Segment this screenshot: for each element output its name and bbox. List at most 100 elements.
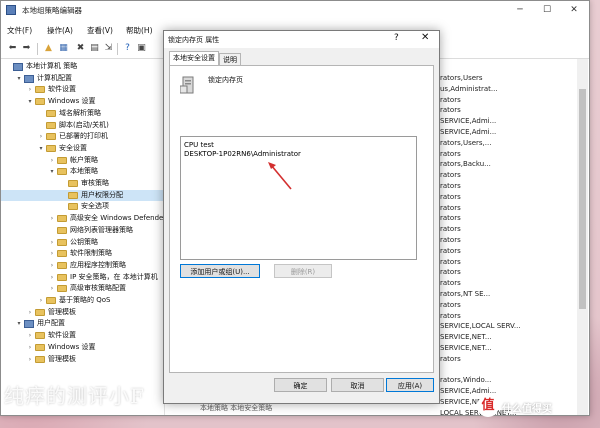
tree-item[interactable]: ▾ 用户配置 bbox=[1, 318, 164, 329]
tree-expander[interactable] bbox=[59, 178, 67, 189]
policy-setting-value[interactable]: rators bbox=[440, 171, 461, 179]
tree-item[interactable]: › 管理模板 bbox=[1, 354, 164, 365]
policy-setting-value[interactable]: rators bbox=[440, 204, 461, 212]
tree-expander[interactable]: › bbox=[48, 272, 56, 283]
policy-setting-value[interactable]: rators bbox=[440, 214, 461, 222]
tree-item[interactable]: 审核策略 bbox=[1, 178, 164, 189]
policy-setting-value[interactable]: rators,NT SE... bbox=[440, 290, 490, 298]
tree-expander[interactable]: ▾ bbox=[37, 143, 45, 154]
tree-expander[interactable] bbox=[59, 201, 67, 212]
dialog-help-button[interactable]: ? bbox=[394, 33, 399, 43]
tree-item[interactable]: › 基于策略的 QoS bbox=[1, 295, 164, 306]
list-item[interactable]: DESKTOP-1P02RN6\Administrator bbox=[184, 150, 301, 158]
policy-setting-value[interactable]: SERVICE,Admi... bbox=[440, 387, 496, 395]
assigned-users-list[interactable]: CPU test DESKTOP-1P02RN6\Administrator bbox=[180, 136, 417, 260]
policy-setting-value[interactable]: rators bbox=[440, 182, 461, 190]
policy-setting-value[interactable]: rators bbox=[440, 355, 461, 363]
menu-help[interactable]: 帮助(H) bbox=[126, 25, 153, 36]
tree-item[interactable]: › 公钥策略 bbox=[1, 237, 164, 248]
tree-item[interactable]: › 已部署的打印机 bbox=[1, 131, 164, 142]
tree-item[interactable]: › Windows 设置 bbox=[1, 342, 164, 353]
view-icon[interactable]: ▣ bbox=[136, 43, 147, 54]
tree-item[interactable]: 用户权限分配 bbox=[1, 189, 164, 201]
policy-setting-value[interactable]: rators,Backu... bbox=[440, 160, 491, 168]
policy-setting-value[interactable]: rators bbox=[440, 225, 461, 233]
policy-setting-value[interactable]: SERVICE,Admi... bbox=[440, 117, 496, 125]
policy-setting-value[interactable]: rators,Users,... bbox=[440, 139, 491, 147]
menu-file[interactable]: 文件(F) bbox=[7, 25, 32, 36]
show-tree-icon[interactable]: ▦ bbox=[58, 43, 69, 54]
tree-item[interactable]: › 高级安全 Windows Defender bbox=[1, 213, 164, 224]
tree-item[interactable]: 网络列表管理器策略 bbox=[1, 225, 164, 236]
tree-expander[interactable]: › bbox=[26, 307, 34, 318]
tree-item[interactable]: 脚本(启动/关机) bbox=[1, 120, 164, 131]
tab-local-security-setting[interactable]: 本地安全设置 bbox=[169, 51, 219, 66]
tree-item[interactable]: › 应用程序控制策略 bbox=[1, 260, 164, 271]
tree-item[interactable]: ▾ 安全设置 bbox=[1, 143, 164, 154]
properties-icon[interactable]: ▤ bbox=[89, 43, 100, 54]
remove-button[interactable]: 删除(R) bbox=[274, 264, 332, 278]
tree-expander[interactable]: › bbox=[37, 295, 45, 306]
tree-item[interactable]: 域名解析策略 bbox=[1, 108, 164, 119]
policy-setting-value[interactable]: rators bbox=[440, 247, 461, 255]
tree-expander[interactable]: ▾ bbox=[15, 318, 23, 329]
policy-setting-value[interactable]: rators bbox=[440, 150, 461, 158]
menu-view[interactable]: 查看(V) bbox=[87, 25, 113, 36]
delete-icon[interactable]: ✖ bbox=[75, 43, 86, 54]
tree-item[interactable]: ▾ 本地策略 bbox=[1, 166, 164, 177]
tree-item[interactable]: › 高级审核策略配置 bbox=[1, 283, 164, 294]
policy-setting-value[interactable]: rators bbox=[440, 258, 461, 266]
tree-expander[interactable]: › bbox=[26, 330, 34, 341]
tree-expander[interactable]: › bbox=[37, 131, 45, 142]
policy-setting-value[interactable]: rators bbox=[440, 301, 461, 309]
tree-expander[interactable]: ▾ bbox=[26, 96, 34, 107]
policy-setting-value[interactable]: rators bbox=[440, 268, 461, 276]
export-icon[interactable]: ⇲ bbox=[103, 43, 114, 54]
tree-expander[interactable]: › bbox=[26, 354, 34, 365]
tree-item[interactable]: › 帐户策略 bbox=[1, 155, 164, 166]
tree-expander[interactable]: › bbox=[48, 155, 56, 166]
policy-setting-value[interactable]: rators bbox=[440, 193, 461, 201]
tree-expander[interactable]: ▾ bbox=[15, 73, 23, 84]
tree-expander[interactable] bbox=[4, 61, 12, 72]
policy-setting-value[interactable]: rators bbox=[440, 106, 461, 114]
policy-setting-value[interactable]: us,Administrat... bbox=[440, 85, 498, 93]
tree-item[interactable]: 本地计算机 策略 bbox=[1, 61, 164, 72]
policy-setting-value[interactable]: rators,Windo... bbox=[440, 376, 491, 384]
tree-expander[interactable]: › bbox=[26, 84, 34, 95]
policy-setting-value[interactable]: rators bbox=[440, 96, 461, 104]
minimize-button[interactable]: ─ bbox=[507, 2, 533, 18]
close-button[interactable]: ✕ bbox=[561, 2, 587, 18]
help-icon[interactable]: ? bbox=[122, 43, 133, 54]
cancel-button[interactable]: 取消 bbox=[331, 378, 384, 392]
tree-expander[interactable] bbox=[37, 120, 45, 131]
tree-item[interactable]: 安全选项 bbox=[1, 201, 164, 212]
tree-item[interactable]: › 软件限制策略 bbox=[1, 248, 164, 259]
forward-icon[interactable]: ➡ bbox=[21, 43, 32, 54]
tree-expander[interactable]: › bbox=[48, 283, 56, 294]
tree-expander[interactable]: › bbox=[48, 237, 56, 248]
maximize-button[interactable]: ☐ bbox=[534, 2, 560, 18]
list-item[interactable]: CPU test bbox=[184, 141, 214, 149]
tree-expander[interactable] bbox=[59, 190, 67, 201]
tree-expander[interactable]: ▾ bbox=[48, 166, 56, 177]
scrollbar-thumb[interactable] bbox=[579, 89, 586, 309]
policy-setting-value[interactable]: rators bbox=[440, 279, 461, 287]
menu-action[interactable]: 操作(A) bbox=[47, 25, 73, 36]
tree-expander[interactable] bbox=[48, 225, 56, 236]
apply-button[interactable]: 应用(A) bbox=[386, 378, 434, 392]
tree-item[interactable]: ▾ Windows 设置 bbox=[1, 96, 164, 107]
up-folder-icon[interactable]: ▲ bbox=[43, 43, 54, 54]
tree-item[interactable]: ▾ 计算机配置 bbox=[1, 73, 164, 84]
tree-expander[interactable] bbox=[37, 108, 45, 119]
policy-setting-value[interactable]: rators bbox=[440, 312, 461, 320]
dialog-close-button[interactable]: ✕ bbox=[421, 32, 429, 43]
tree-expander[interactable]: › bbox=[48, 260, 56, 271]
tree-item[interactable]: › 管理模板 bbox=[1, 307, 164, 318]
tree-item[interactable]: › 软件设置 bbox=[1, 84, 164, 95]
policy-setting-value[interactable]: rators,Users bbox=[440, 74, 483, 82]
tree-expander[interactable]: › bbox=[48, 248, 56, 259]
add-user-or-group-button[interactable]: 添加用户或组(U)... bbox=[180, 264, 260, 278]
tree-item[interactable]: › IP 安全策略，在 本地计算机 bbox=[1, 272, 164, 283]
policy-setting-value[interactable]: SERVICE,LOCAL SERV... bbox=[440, 322, 521, 330]
